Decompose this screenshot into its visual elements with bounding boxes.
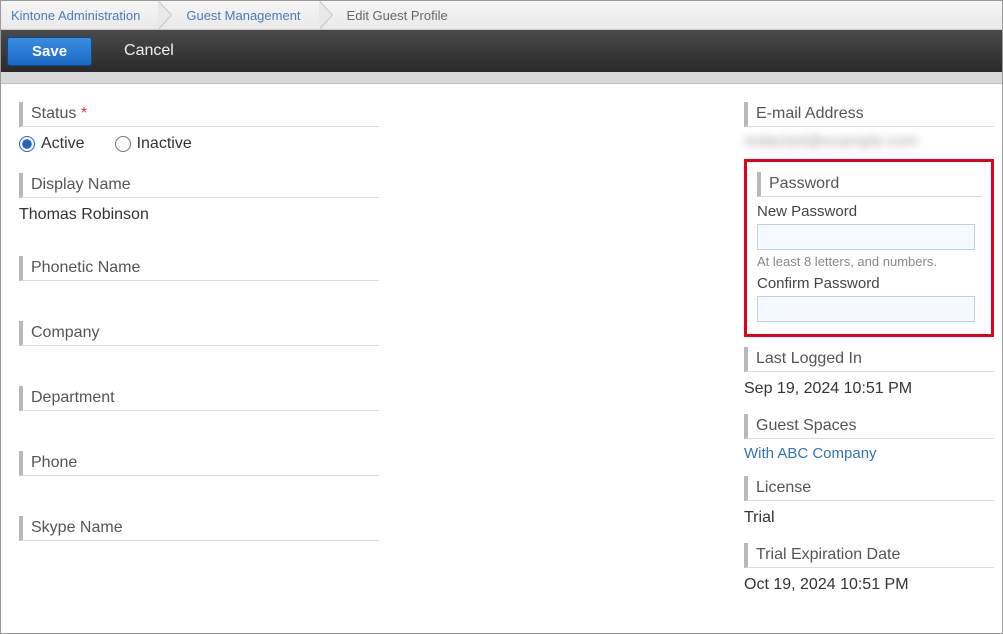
breadcrumb-current: Edit Guest Profile [319,1,466,29]
breadcrumb: Kintone Administration Guest Management … [1,1,1002,30]
trial-exp-value: Oct 19, 2024 10:51 PM [744,574,994,596]
divider-strip [1,72,1002,84]
save-button[interactable]: Save [7,37,92,66]
password-label: Password [757,172,981,197]
confirm-password-label: Confirm Password [757,275,981,292]
license-section: License Trial [744,476,994,529]
display-name-label: Display Name [19,173,379,198]
department-value [19,417,379,421]
email-section: E-mail Address redacted@example.com [744,102,994,151]
new-password-label: New Password [757,203,981,220]
phone-section: Phone [19,451,379,486]
department-section: Department [19,386,379,421]
right-column: E-mail Address redacted@example.com Pass… [744,102,994,632]
required-mark: * [81,105,87,122]
phonetic-name-section: Phonetic Name [19,256,379,291]
trial-exp-section: Trial Expiration Date Oct 19, 2024 10:51… [744,543,994,596]
skype-section: Skype Name [19,516,379,551]
confirm-password-input[interactable] [757,296,975,322]
company-label: Company [19,321,379,346]
guest-spaces-label: Guest Spaces [744,414,994,439]
content: Status * Active Inactive Display Name Th… [1,84,1002,632]
trial-exp-label: Trial Expiration Date [744,543,994,568]
department-label: Department [19,386,379,411]
display-name-section: Display Name Thomas Robinson [19,173,379,226]
status-active[interactable]: Active [19,135,85,153]
phone-label: Phone [19,451,379,476]
action-bar: Save Cancel [1,30,1002,72]
breadcrumb-guest-management[interactable]: Guest Management [158,1,318,29]
status-radios: Active Inactive [19,133,379,155]
status-section: Status * Active Inactive [19,102,379,155]
guest-space-link[interactable]: With ABC Company [744,445,877,462]
display-name-value: Thomas Robinson [19,204,379,226]
skype-value [19,547,379,551]
phonetic-name-label: Phonetic Name [19,256,379,281]
license-label: License [744,476,994,501]
password-hint: At least 8 letters, and numbers. [757,254,981,269]
status-label: Status * [19,102,379,127]
last-logged-value: Sep 19, 2024 10:51 PM [744,378,994,400]
phonetic-name-value [19,287,379,291]
guest-spaces-section: Guest Spaces With ABC Company [744,414,994,462]
skype-label: Skype Name [19,516,379,541]
breadcrumb-admin[interactable]: Kintone Administration [1,1,158,29]
password-highlight: Password New Password At least 8 letters… [744,159,994,337]
left-column: Status * Active Inactive Display Name Th… [19,102,379,632]
last-logged-label: Last Logged In [744,347,994,372]
company-value [19,352,379,356]
status-inactive-radio[interactable] [115,136,131,152]
cancel-button[interactable]: Cancel [124,42,174,60]
status-inactive[interactable]: Inactive [115,135,192,153]
license-value: Trial [744,507,994,529]
phone-value [19,482,379,486]
email-value-blurred: redacted@example.com [744,133,994,151]
status-active-radio[interactable] [19,136,35,152]
email-label: E-mail Address [744,102,994,127]
company-section: Company [19,321,379,356]
new-password-input[interactable] [757,224,975,250]
last-logged-section: Last Logged In Sep 19, 2024 10:51 PM [744,347,994,400]
